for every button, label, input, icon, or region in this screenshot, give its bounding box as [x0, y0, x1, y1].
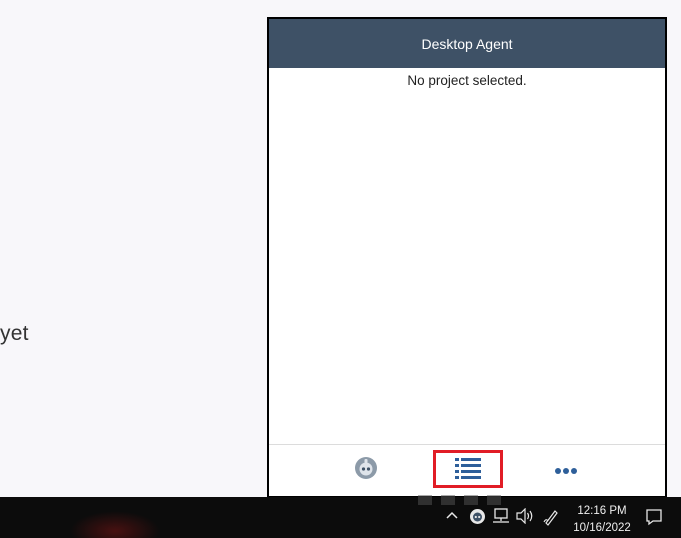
no-project-message: No project selected.: [407, 73, 527, 88]
network-icon[interactable]: [492, 508, 510, 529]
agent-title: Desktop Agent: [421, 35, 513, 52]
more-dots-icon: [554, 462, 578, 480]
clock-date: 10/16/2022: [573, 522, 631, 534]
desktop-agent-window: Desktop Agent No project selected.: [267, 17, 667, 498]
notification-center-icon[interactable]: [645, 508, 663, 531]
volume-icon[interactable]: [515, 507, 535, 529]
more-button[interactable]: [539, 445, 593, 496]
clock-time: 12:16 PM: [577, 505, 627, 517]
list-button[interactable]: [440, 445, 496, 496]
agent-header: Desktop Agent: [269, 19, 665, 68]
robot-button[interactable]: [339, 445, 393, 496]
pen-icon[interactable]: [542, 508, 560, 531]
list-icon: [455, 457, 481, 484]
system-clock[interactable]: 12:16 PM 10/16/2022: [566, 503, 638, 537]
agent-footer-nav: [269, 444, 665, 496]
overflow-tray-icons: [418, 492, 530, 505]
robot-tray-icon[interactable]: [469, 508, 486, 530]
show-hidden-icons-chevron-icon[interactable]: [445, 508, 459, 527]
robot-avatar-icon: [354, 456, 378, 485]
background-partial-text: yet: [0, 322, 29, 345]
taskbar-app-thumbnail: [70, 511, 160, 538]
